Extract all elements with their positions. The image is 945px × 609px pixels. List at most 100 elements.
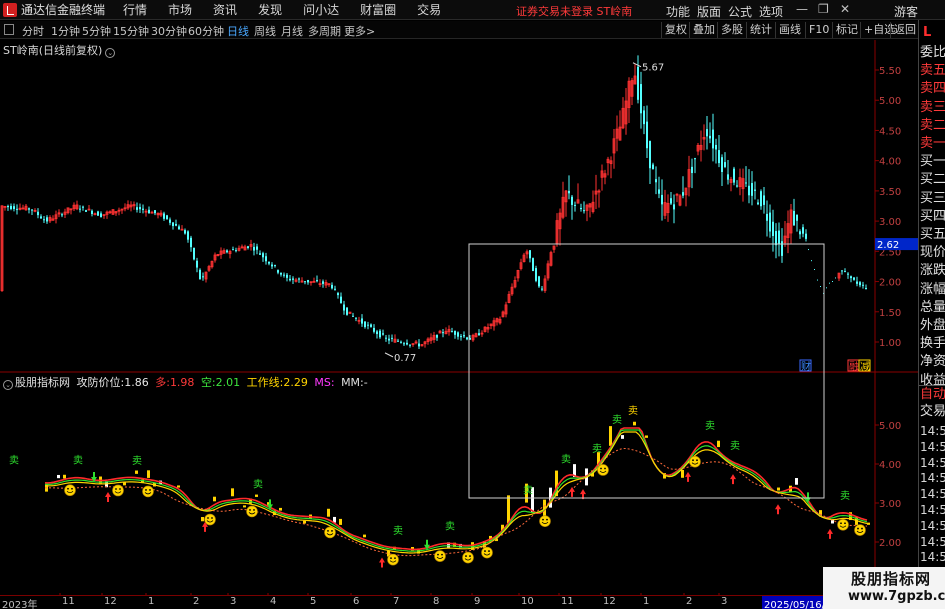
draw-line-button[interactable]: 画线 [775,22,804,38]
mark-button[interactable]: 标记 [832,22,861,38]
period-tab-1min[interactable]: 1分钟 [51,23,80,39]
menu-item-function[interactable]: 功能 [666,3,690,20]
chart-axes: 5.505.004.504.003.503.002.502.001.501.00… [0,40,918,595]
trade-login-alert[interactable]: 证券交易未登录 ST岭南 [516,3,632,19]
work-label: 工作线: [246,376,284,389]
candle-body [682,192,684,196]
kline-chart-area[interactable]: 5.505.004.504.003.503.002.502.001.501.00… [0,40,918,595]
date-label: 3 [230,596,237,607]
menu-item-discover[interactable]: 发现 [258,1,282,18]
period-tab-monthly[interactable]: 月线 [281,23,303,39]
expand-icon[interactable]: ⌄ [105,48,116,58]
statistics-button[interactable]: 统计 [746,22,775,38]
date-label: 10 [521,596,534,607]
menu-item-trade[interactable]: 交易 [417,1,441,18]
trade-time: 14:56 [920,471,945,486]
smiley-eye [394,557,396,560]
multi-stock-button[interactable]: 多股 [717,22,746,38]
period-tab-15min[interactable]: 15分钟 [113,23,149,39]
candle-body [478,333,480,336]
kline-candles [0,55,867,349]
guest-label[interactable]: 游客 [894,3,918,20]
smiley-eye [844,522,846,525]
period-tab-5min[interactable]: 5分钟 [82,23,111,39]
up-arrow-icon [685,471,691,482]
indicator-bar [123,482,126,486]
candle-body [82,206,84,208]
menu-item-wealth[interactable]: 财富圈 [360,1,396,18]
badge-jian: 减 [860,361,870,373]
period-tab-intraday[interactable]: 分时 [22,23,44,39]
indicator-bar [645,435,648,438]
indicator-bar [795,478,798,485]
period-tab-30min[interactable]: 30分钟 [151,23,187,39]
candle-body [193,247,195,260]
candle-body [403,343,405,345]
candle-body [85,210,87,212]
menu-item-formula[interactable]: 公式 [728,3,752,20]
candle-body [847,273,849,275]
sidebar-item: 卖三 [920,99,945,115]
candle-body [61,214,63,216]
main-chart-title[interactable]: ST岭南(日线前复权) ⌄ [3,42,116,58]
candle-body [334,288,336,290]
f10-button[interactable]: F10 [805,22,832,38]
restore-button[interactable]: ❐ [818,2,829,16]
candle-body [418,343,420,347]
trade-time: 14:56 [920,534,945,549]
menu-item-options[interactable]: 选项 [759,3,783,20]
smiley-icon [387,553,399,566]
menu-item-ask[interactable]: 问小达 [303,1,339,18]
indicator-bar [363,534,366,538]
candle-body [322,281,324,284]
period-tab-60min[interactable]: 60分钟 [188,23,224,39]
candle-body [46,217,48,222]
period-tab-more[interactable]: 更多> [344,23,375,39]
menu-item-market[interactable]: 市场 [168,1,192,18]
sell-label: 卖 [523,485,533,497]
date-label: 3 [721,596,728,607]
candle-body [253,246,255,251]
candle-body [232,249,234,251]
minimize-button[interactable]: — [796,2,808,16]
smiley-icon [204,513,216,526]
indicator-bar [63,474,66,479]
period-tab-daily[interactable]: 日线 [227,23,249,39]
candle-body [640,84,642,114]
period-tab-weekly[interactable]: 周线 [254,23,276,39]
overlay-button[interactable]: 叠加 [689,22,718,38]
menu-item-layout[interactable]: 版面 [697,3,721,20]
candle-body [199,269,201,280]
candle-body [154,210,156,214]
smiley-eye [488,550,490,552]
candle-body [529,250,531,259]
sidebar-l-marker[interactable]: L [923,25,931,40]
candle-body [391,337,393,339]
sell-label: 卖 [592,443,602,455]
candle-body [721,157,723,172]
candle-body [202,276,204,278]
back-button[interactable]: 返回 [890,22,919,38]
zoom-selection-box [468,243,825,499]
menu-item-quotes[interactable]: 行情 [123,1,147,18]
period-tab-multi[interactable]: 多周期 [308,23,341,39]
candle-body [745,182,747,184]
candle-body [778,230,780,245]
indicator-settings-icon[interactable]: ⌄ [3,380,13,390]
candle-body [259,253,261,255]
lock-icon[interactable] [4,24,14,35]
smiley-icon [854,524,866,536]
menu-item-news[interactable]: 资讯 [213,1,237,18]
sidebar-tab-trade[interactable]: 交易 [920,403,945,421]
candle-body [283,274,285,276]
candle-dot [829,282,830,284]
candle-body [268,261,270,264]
candle-body [292,278,294,280]
indicator-name[interactable]: 股朋指标网 [15,376,70,389]
sell-label: 卖 [705,420,715,432]
close-button[interactable]: ✕ [840,2,850,16]
sidebar-item: 委比 [920,45,945,60]
sidebar-tab-auto[interactable]: 自动 [920,386,945,404]
smiley-icon [112,484,124,497]
adjust-button[interactable]: 复权 [661,22,690,38]
